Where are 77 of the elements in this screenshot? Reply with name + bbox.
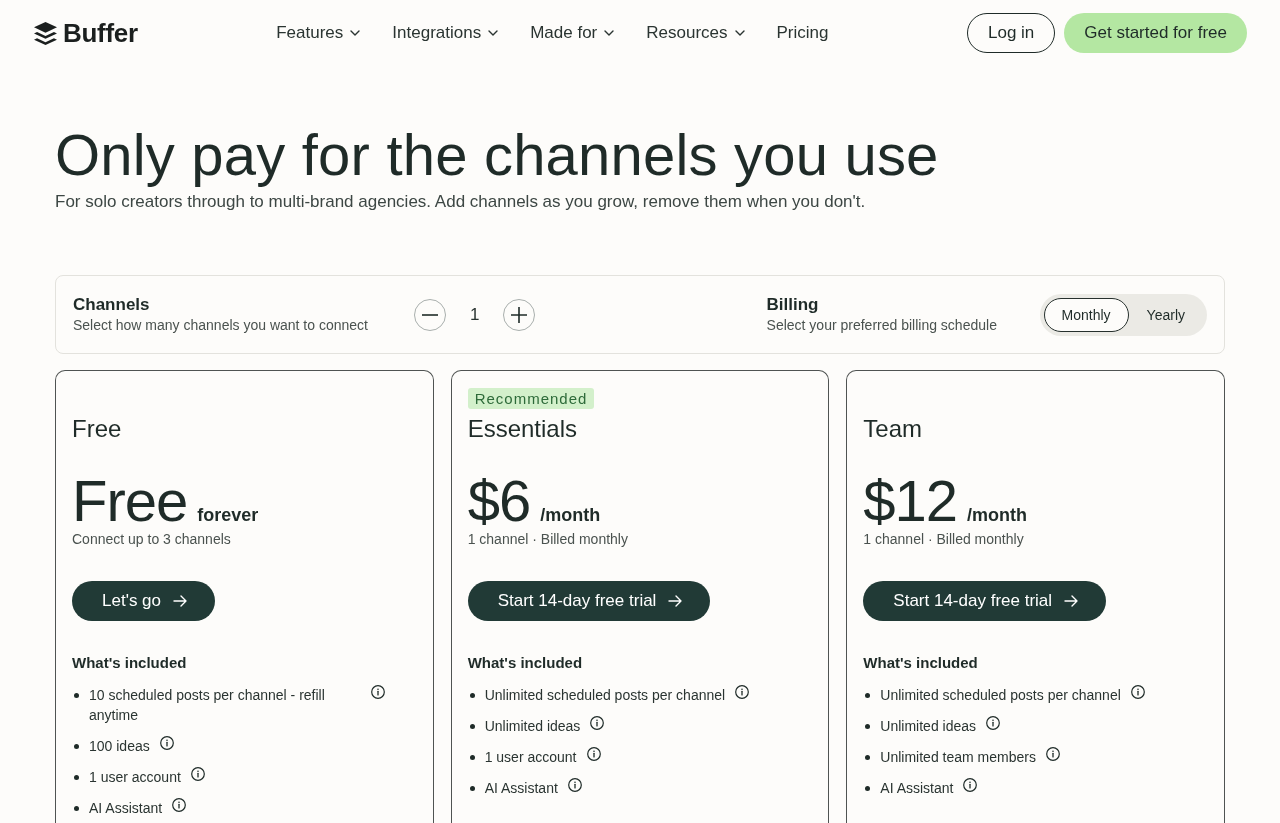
feature-text: 10 scheduled posts per channel - refill anytime (89, 686, 326, 725)
billing-description: Select your preferred billing schedule (766, 316, 998, 334)
info-icon[interactable] (172, 798, 187, 812)
plan-cta-button[interactable]: Start 14-day free trial (467, 581, 711, 621)
nav-link[interactable]: Made for (530, 23, 615, 43)
features-heading: What's included (72, 654, 187, 672)
price-note: Connect up to 3 channels (72, 530, 231, 548)
nav-link[interactable]: Integrations (392, 23, 499, 43)
feature-text: AI Assistant (880, 779, 954, 798)
feature-text: AI Assistant (89, 799, 163, 818)
nav-link[interactable]: Pricing (776, 23, 829, 43)
feature-text: Unlimited team members (880, 748, 1036, 767)
bullet-icon (74, 805, 79, 811)
feature-text: 1 user account (89, 768, 181, 787)
info-icon[interactable] (963, 778, 978, 792)
price-period: forever (197, 505, 259, 526)
price-period: /month (967, 505, 1028, 526)
nav-link[interactable]: Resources (646, 23, 745, 43)
info-icon[interactable] (1130, 685, 1145, 699)
feature-text: 1 user account (484, 748, 577, 767)
plan-price: $12 (863, 472, 958, 530)
plan-name: Team (863, 416, 922, 442)
plan-badge: Recommended (467, 388, 595, 409)
plan-price: Free (72, 472, 188, 530)
bullet-icon (74, 743, 79, 749)
get-started-button[interactable]: Get started for free (1064, 13, 1247, 53)
bullet-icon (469, 723, 475, 729)
feature-text: Unlimited scheduled posts per channel (880, 686, 1121, 705)
features-heading: What's included (863, 654, 978, 672)
channel-count: 1 (470, 304, 480, 325)
billing-option[interactable]: Yearly (1128, 297, 1203, 332)
brand-logo[interactable]: Buffer (34, 17, 138, 49)
plan-name: Essentials (467, 416, 578, 442)
info-icon[interactable] (190, 767, 205, 781)
arrow-right-icon (668, 595, 683, 607)
plan-cta-button[interactable]: Start 14-day free trial (863, 581, 1107, 621)
arrow-right-icon (173, 595, 187, 607)
channels-label: Channels (73, 295, 151, 315)
price-note: 1 channel · Billed monthly (863, 530, 1024, 548)
info-icon[interactable] (590, 716, 605, 730)
bullet-icon (865, 723, 871, 729)
page-heading: Only pay for the channels you use (55, 124, 940, 186)
plus-icon (511, 306, 528, 323)
price-period: /month (540, 505, 601, 526)
info-icon[interactable] (735, 685, 750, 699)
bullet-icon (469, 754, 475, 760)
feature-text: AI Assistant (484, 779, 558, 798)
plan-cta-button[interactable]: Let's go (72, 581, 215, 621)
feature-text: 100 ideas (89, 737, 150, 756)
plan-name: Free (72, 416, 122, 442)
billing-option[interactable]: Monthly (1043, 297, 1129, 332)
stacked-layers-icon (34, 21, 57, 45)
info-icon[interactable] (1045, 747, 1060, 761)
bullet-icon (865, 754, 871, 760)
bullet-icon (469, 692, 475, 698)
billing-label: Billing (766, 295, 820, 315)
info-icon[interactable] (986, 716, 1001, 730)
bullet-icon (469, 785, 475, 791)
feature-text: Unlimited ideas (484, 717, 581, 736)
plan-price: $6 (467, 472, 531, 530)
info-icon[interactable] (567, 778, 582, 792)
arrow-right-icon (1064, 595, 1079, 607)
minus-icon (422, 313, 438, 316)
features-heading: What's included (467, 654, 583, 672)
info-icon[interactable] (586, 747, 601, 761)
bullet-icon (865, 692, 871, 698)
info-icon[interactable] (371, 685, 385, 699)
feature-text: Unlimited ideas (880, 717, 977, 736)
feature-text: Unlimited scheduled posts per channel (484, 686, 726, 705)
bullet-icon (74, 774, 79, 780)
nav-link[interactable]: Features (276, 23, 361, 43)
price-note: 1 channel · Billed monthly (467, 530, 628, 548)
channels-description: Select how many channels you want to connect (73, 316, 369, 334)
bullet-icon (74, 692, 79, 698)
page-subtitle: For solo creators through to multi-brand agencies. Add channels as you grow, remove them when you don't. (55, 191, 867, 213)
info-icon[interactable] (159, 736, 174, 750)
bullet-icon (865, 785, 871, 791)
